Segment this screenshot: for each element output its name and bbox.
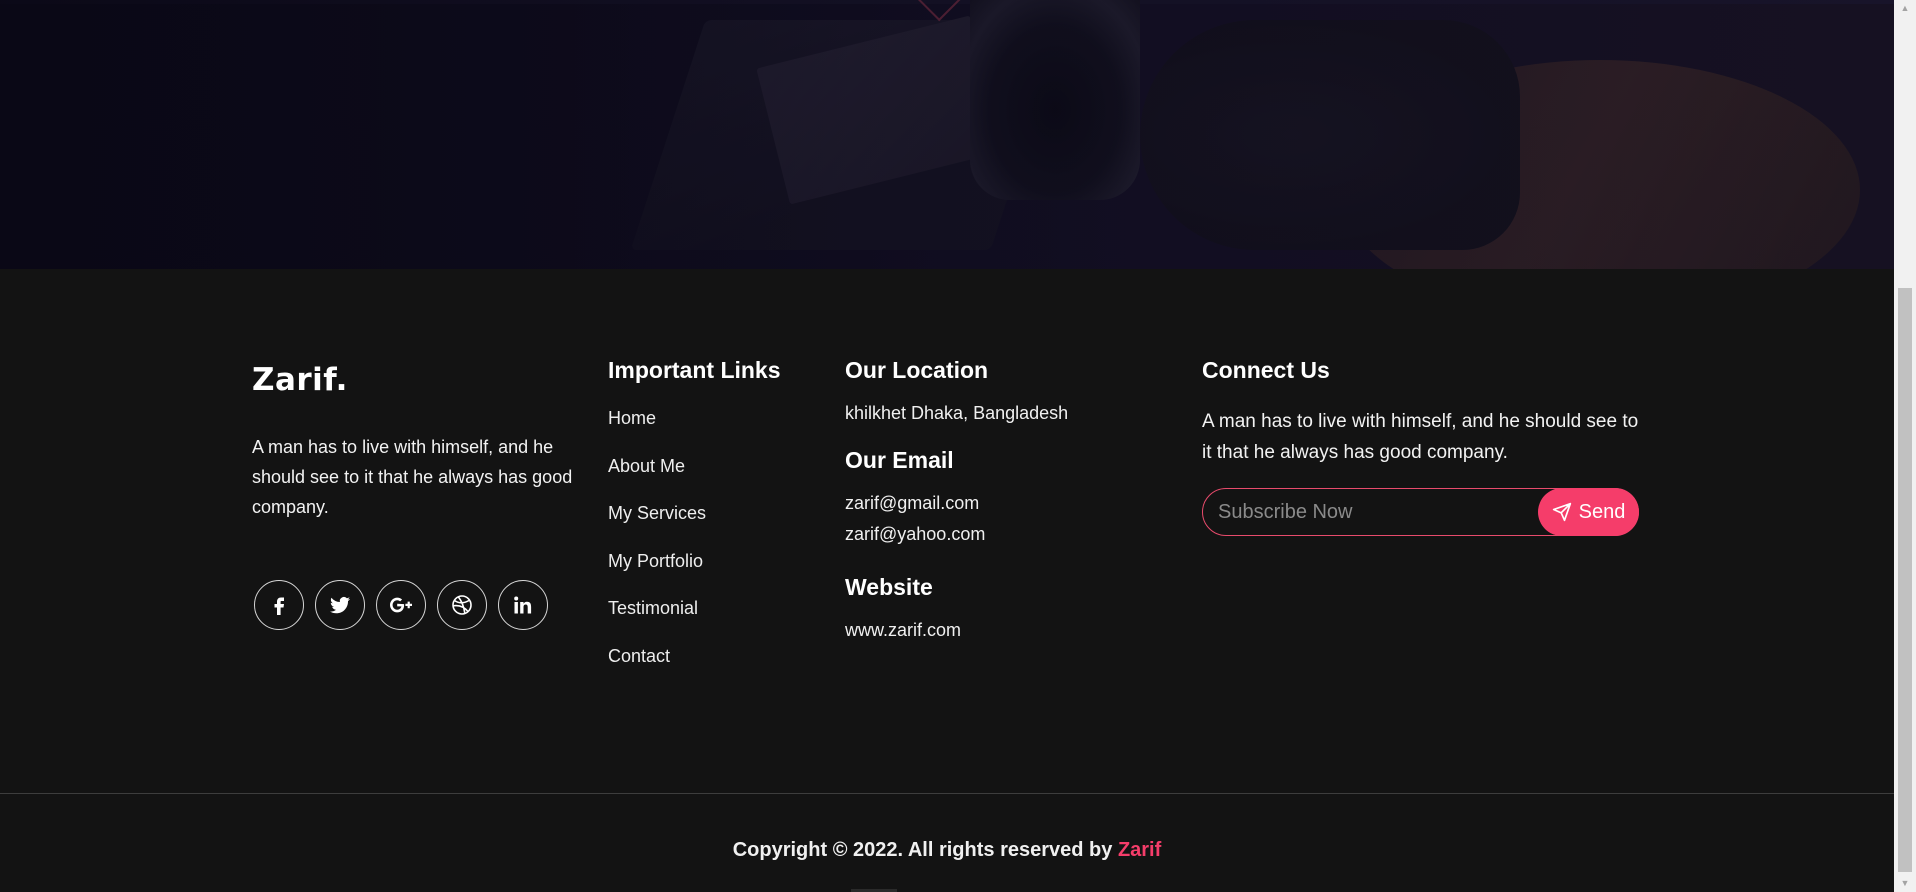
send-button-label: Send xyxy=(1578,500,1626,523)
paper-plane-icon xyxy=(1552,502,1571,522)
subscribe-email-input[interactable] xyxy=(1218,489,1518,535)
connect-heading: Connect Us xyxy=(1202,357,1330,383)
scroll-down-arrow-icon[interactable]: ▼ xyxy=(1894,875,1916,892)
brand-description: A man has to live with himself, and he s… xyxy=(252,437,573,517)
linkedin-icon xyxy=(514,596,532,614)
footer-connect-column: Connect Us A man has to live with himsel… xyxy=(1202,357,1642,536)
website-heading: Website xyxy=(845,574,933,600)
google-plus-icon xyxy=(390,597,412,613)
connect-description: A man has to live with himself, and he s… xyxy=(1202,411,1639,463)
brand-logo-text: Zarif. xyxy=(252,362,348,398)
scroll-up-arrow-icon[interactable]: ▲ xyxy=(1894,0,1916,17)
send-button[interactable]: Send xyxy=(1538,488,1639,536)
footer-link-portfolio[interactable]: My Portfolio xyxy=(608,547,808,595)
page-scrollbar[interactable]: ▲ ▼ xyxy=(1894,0,1916,892)
linkedin-link[interactable] xyxy=(498,580,548,630)
website-url: www.zarif.com xyxy=(845,620,962,640)
email-list: zarif@gmail.com zarif@yahoo.com xyxy=(845,488,1145,550)
copyright-prefix: Copyright © 2022. All rights reserved by xyxy=(732,839,1118,861)
footer-location-column: Our Location khilkhet Dhaka, Bangladesh … xyxy=(845,357,1145,646)
hero-background-image xyxy=(0,0,1894,269)
copyright-owner-link[interactable]: Zarif xyxy=(1118,839,1161,861)
location-heading: Our Location xyxy=(845,357,989,383)
footer-links-column: Important Links Home About Me My Service… xyxy=(608,357,808,690)
dribbble-icon xyxy=(452,595,472,615)
copyright-text: Copyright © 2022. All rights reserved by… xyxy=(0,839,1894,862)
facebook-icon xyxy=(274,597,284,615)
footer-link-contact[interactable]: Contact xyxy=(608,642,808,690)
subscribe-form: Send xyxy=(1202,488,1639,536)
twitter-link[interactable] xyxy=(315,580,365,630)
footer-link-testimonial[interactable]: Testimonial xyxy=(608,594,808,642)
hero-overlay xyxy=(0,0,1894,269)
email-primary: zarif@gmail.com xyxy=(845,493,980,513)
footer-link-about[interactable]: About Me xyxy=(608,452,808,500)
footer-link-home[interactable]: Home xyxy=(608,404,808,452)
footer-link-services[interactable]: My Services xyxy=(608,499,808,547)
links-heading: Important Links xyxy=(608,357,781,383)
site-footer: Zarif. A man has to live with himself, a… xyxy=(0,269,1894,892)
scrollbar-thumb[interactable] xyxy=(1898,288,1912,872)
twitter-icon xyxy=(330,596,350,614)
important-links-list: Home About Me My Services My Portfolio T… xyxy=(608,404,808,690)
footer-brand-column: Zarif. A man has to live with himself, a… xyxy=(252,362,582,630)
social-links xyxy=(254,580,582,630)
google-plus-link[interactable] xyxy=(376,580,426,630)
email-secondary: zarif@yahoo.com xyxy=(845,524,986,544)
facebook-link[interactable] xyxy=(254,580,304,630)
location-address: khilkhet Dhaka, Bangladesh xyxy=(845,403,1069,423)
footer-divider xyxy=(0,793,1894,794)
email-heading: Our Email xyxy=(845,447,954,473)
dribbble-link[interactable] xyxy=(437,580,487,630)
